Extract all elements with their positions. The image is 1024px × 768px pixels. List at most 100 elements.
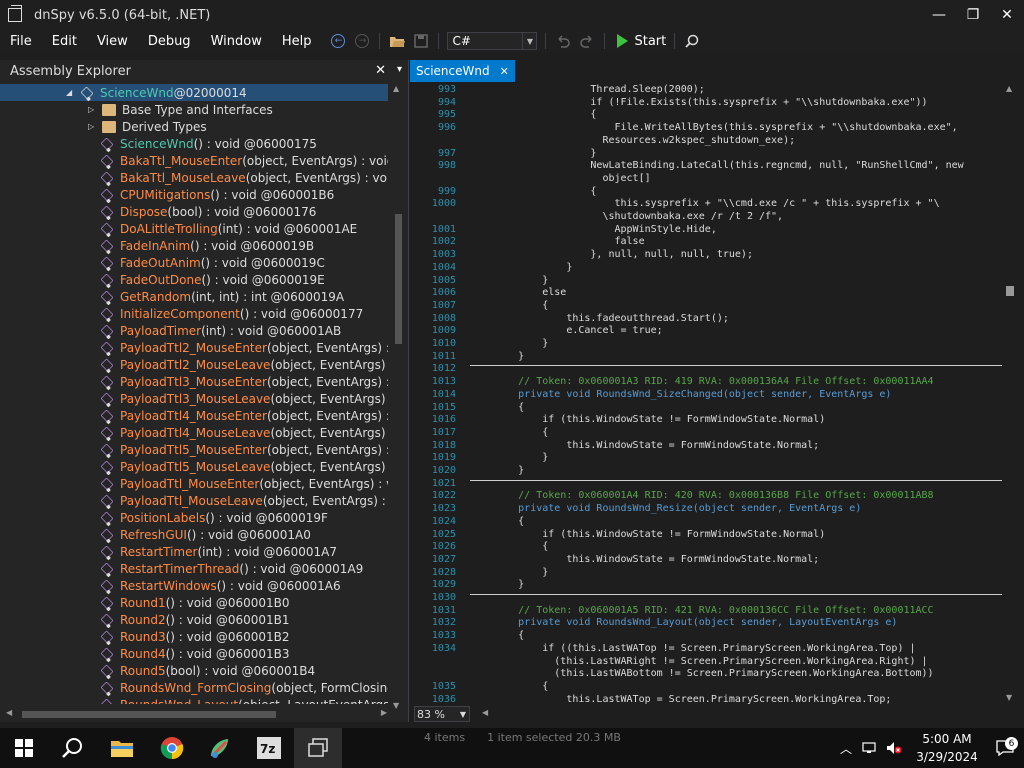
tree-item[interactable]: PositionLabels() : void @0600019F (0, 509, 388, 526)
navigate-forward-button[interactable]: → (353, 32, 371, 50)
clock[interactable]: 5:00 AM 3/29/2024 (908, 730, 986, 766)
scroll-thumb[interactable] (1006, 286, 1014, 296)
method-icon (100, 392, 114, 405)
search-button[interactable] (683, 32, 701, 50)
expand-arrow-icon[interactable]: ▷ (88, 122, 98, 131)
menu-help[interactable]: Help (272, 34, 322, 49)
tree-item[interactable]: Round2() : void @060001B1 (0, 611, 388, 628)
menu-edit[interactable]: Edit (42, 34, 87, 49)
tree-item[interactable]: RestartWindows() : void @060001A6 (0, 577, 388, 594)
tree-item[interactable]: BakaTtl_MouseLeave (object, EventArgs) : … (0, 169, 388, 186)
tree-item-name: GetRandom (120, 289, 192, 304)
tree-item[interactable]: PayloadTimer (int) : void @060001AB (0, 322, 388, 339)
volume-muted-icon[interactable] (886, 741, 902, 755)
start-menu-button[interactable] (0, 728, 48, 768)
paint-app-button[interactable] (196, 728, 244, 768)
method-icon (100, 341, 114, 354)
tree-item[interactable]: RoundsWnd_Layout(object, LayoutEventArgs… (0, 696, 388, 704)
tree-item[interactable]: PayloadTtl5_MouseLeave (object, EventArgs… (0, 458, 388, 475)
tree-item[interactable]: CPUMitigations() : void @060001B6 (0, 186, 388, 203)
tree-item-name: PayloadTtl4_MouseEnter (120, 408, 267, 423)
notification-center-button[interactable]: 6 (986, 737, 1024, 756)
dnspy-taskbar-button[interactable] (294, 728, 342, 768)
tree-item[interactable]: Round3() : void @060001B2 (0, 628, 388, 645)
tree-item[interactable]: RoundsWnd_FormClosing (object, FormClosin… (0, 679, 388, 696)
tree-item[interactable]: ▷ Base Type and Interfaces (0, 101, 388, 118)
network-icon[interactable] (862, 742, 876, 754)
expand-arrow-icon[interactable]: ▷ (88, 105, 98, 114)
tree-item[interactable]: Round1() : void @060001B0 (0, 594, 388, 611)
tree-item-name: InitializeComponent (120, 306, 240, 321)
tree-item[interactable]: PayloadTtl3_MouseLeave (object, EventArgs… (0, 390, 388, 407)
tree-item[interactable]: RefreshGUI() : void @060001A0 (0, 526, 388, 543)
maximize-button[interactable]: ❐ (956, 0, 990, 30)
editor-vertical-scrollbar[interactable]: ▲ ▼ (1002, 82, 1018, 704)
tree-item[interactable]: ▷ Derived Types (0, 118, 388, 135)
tree-item[interactable]: Dispose (bool) : void @06000176 (0, 203, 388, 220)
zoom-select[interactable]: 83 % ▼ (414, 706, 470, 722)
tree-item[interactable]: Round5 (bool) : void @060001B4 (0, 662, 388, 679)
tree-item[interactable]: RestartTimerThread() : void @060001A9 (0, 560, 388, 577)
scroll-left-icon[interactable]: ◀ (482, 708, 488, 717)
code-text: if (this.WindowState != FormWindowState.… (470, 414, 826, 426)
tree-item[interactable]: PayloadTtl_MouseLeave (object, EventArgs)… (0, 492, 388, 509)
tree-item[interactable]: FadeInAnim() : void @0600019B (0, 237, 388, 254)
tree-item[interactable]: PayloadTtl4_MouseLeave (object, EventArgs… (0, 424, 388, 441)
tree-vertical-scrollbar[interactable]: ▲ ▼ (392, 84, 404, 710)
collapse-arrow-icon[interactable]: ◢ (66, 88, 76, 97)
code-editor[interactable]: 993 Thread.Sleep(2000); 994 if (!File.Exi… (426, 82, 1002, 704)
menu-window[interactable]: Window (201, 34, 272, 49)
tree-item[interactable]: PayloadTtl3_MouseEnter (object, EventArgs… (0, 373, 388, 390)
chrome-button[interactable] (148, 728, 196, 768)
scroll-down-icon[interactable]: ▼ (1006, 693, 1012, 702)
editor-horizontal-scrollbar[interactable]: ◀ (478, 706, 1024, 722)
navigate-back-button[interactable]: ← (329, 32, 347, 50)
tree-item[interactable]: BakaTtl_MouseEnter (object, EventArgs) : … (0, 152, 388, 169)
chevron-up-icon[interactable]: ︿ (840, 740, 852, 757)
scroll-up-icon[interactable]: ▲ (1006, 84, 1012, 93)
line-number: 1004 (431, 261, 456, 273)
code-text: } (470, 566, 549, 578)
menu-debug[interactable]: Debug (138, 34, 201, 49)
pane-options-button[interactable]: ▾ (397, 64, 402, 75)
menu-file[interactable]: File (0, 34, 42, 49)
tree-horizontal-scrollbar[interactable]: ◀ ▶ (0, 706, 393, 722)
tree-item[interactable]: ◢ ScienceWnd @02000014 (0, 84, 388, 101)
tree-item[interactable]: GetRandom (int, int) : int @0600019A (0, 288, 388, 305)
tree-item[interactable]: DoALittleTrolling (int) : void @060001AE (0, 220, 388, 237)
tree-item[interactable]: FadeOutDone() : void @0600019E (0, 271, 388, 288)
save-all-button[interactable] (412, 32, 430, 50)
start-debug-button[interactable]: Start (617, 34, 666, 49)
open-button[interactable] (388, 32, 406, 50)
tree-item[interactable]: FadeOutAnim() : void @0600019C (0, 254, 388, 271)
tree-item[interactable]: PayloadTtl_MouseEnter (object, EventArgs)… (0, 475, 388, 492)
scroll-up-icon[interactable]: ▲ (393, 84, 399, 93)
scroll-down-icon[interactable]: ▼ (393, 701, 399, 710)
tree-item[interactable]: InitializeComponent() : void @06000177 (0, 305, 388, 322)
tab-sciencewnd[interactable]: ScienceWnd ✕ (410, 60, 515, 82)
scroll-thumb[interactable] (22, 711, 276, 718)
menu-view[interactable]: View (87, 34, 138, 49)
tree-item[interactable]: PayloadTtl4_MouseEnter (object, EventArgs… (0, 407, 388, 424)
close-tab-icon[interactable]: ✕ (500, 65, 509, 78)
scroll-left-icon[interactable]: ◀ (6, 708, 12, 717)
tree-item[interactable]: PayloadTtl5_MouseEnter (object, EventArgs… (0, 441, 388, 458)
tree-item[interactable]: RestartTimer (int) : void @060001A7 (0, 543, 388, 560)
undo-button[interactable] (554, 32, 572, 50)
language-select[interactable]: C# ▼ (447, 32, 538, 50)
code-text: object[] (470, 172, 651, 184)
search-taskbar-button[interactable] (48, 728, 96, 768)
close-button[interactable]: ✕ (990, 0, 1024, 30)
redo-button[interactable] (578, 32, 596, 50)
7zip-button[interactable]: 7z (245, 728, 293, 768)
minimize-button[interactable]: — (922, 0, 956, 30)
close-pane-button[interactable]: ✕ (375, 63, 386, 78)
tree-item[interactable]: PayloadTtl2_MouseLeave (object, EventArgs… (0, 356, 388, 373)
scroll-right-icon[interactable]: ▶ (381, 708, 387, 717)
tree-item[interactable]: PayloadTtl2_MouseEnter (object, EventArgs… (0, 339, 388, 356)
tree-item[interactable]: Round4() : void @060001B3 (0, 645, 388, 662)
tree-item[interactable]: ScienceWnd() : void @06000175 (0, 135, 388, 152)
scroll-thumb[interactable] (395, 214, 402, 344)
code-line: 1036 this.LastWATop = Screen.PrimaryScre… (426, 694, 892, 704)
file-explorer-button[interactable] (98, 728, 146, 768)
